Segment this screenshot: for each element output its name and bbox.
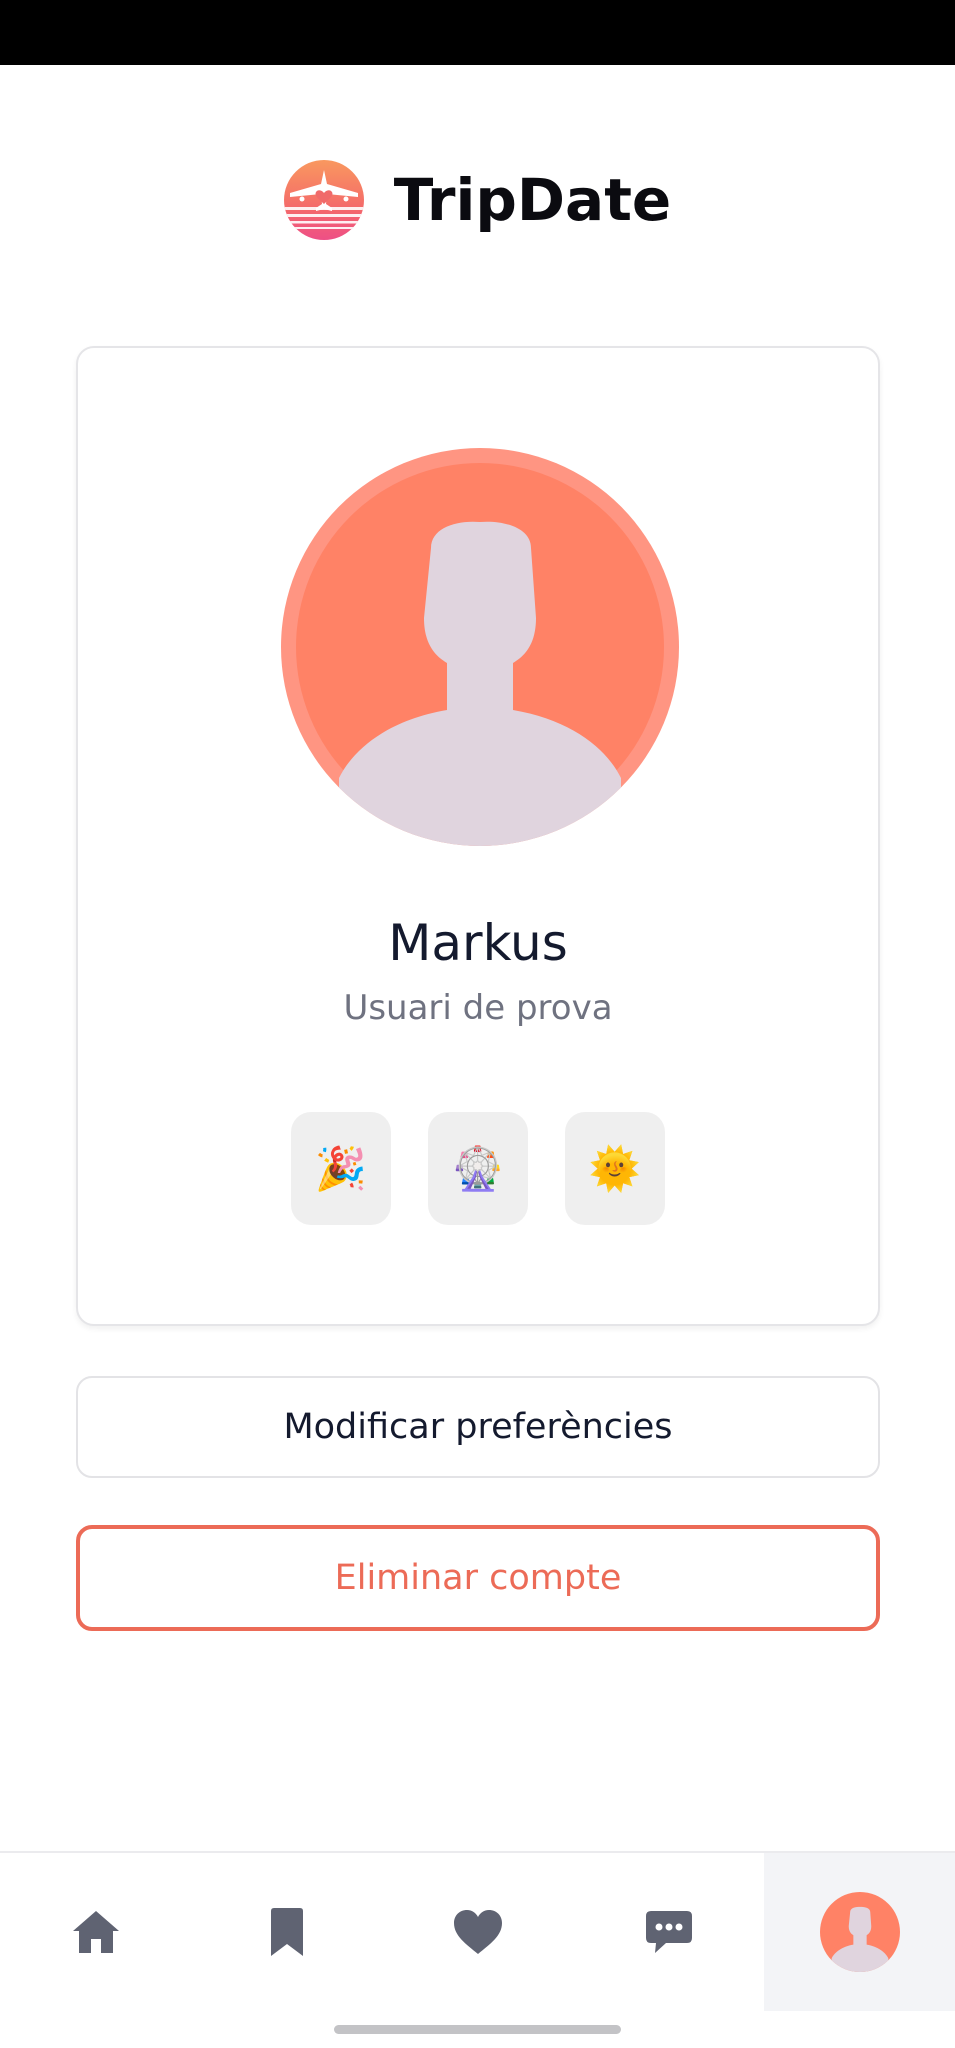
party-popper-icon: 🎉: [291, 1112, 391, 1225]
bottom-nav: [0, 1851, 955, 2011]
delete-account-button[interactable]: Eliminar compte: [76, 1525, 880, 1631]
chat-icon: [645, 1911, 692, 1953]
profile-card: Markus Usuari de prova 🎉 🎡 🌞: [76, 346, 880, 1326]
nav-messages[interactable]: [573, 1853, 764, 2011]
home-indicator[interactable]: [334, 2025, 621, 2034]
user-subtitle: Usuari de prova: [343, 988, 613, 1028]
heart-icon: [453, 1910, 502, 1954]
nav-home[interactable]: [0, 1853, 191, 2011]
airplane-logo-icon: [283, 160, 364, 240]
person-silhouette-icon: [339, 521, 621, 846]
profile-avatar: [281, 448, 679, 846]
app-header: TripDate: [0, 150, 955, 250]
sun-with-face-icon: 🌞: [565, 1112, 665, 1225]
profile-avatar-icon: [819, 1892, 900, 1972]
user-name: Markus: [388, 914, 568, 972]
interest-badges: 🎉 🎡 🌞: [78, 1112, 878, 1225]
app-title: TripDate: [393, 166, 672, 234]
nav-saved[interactable]: [191, 1853, 382, 2011]
home-icon: [72, 1911, 119, 1953]
bookmark-icon: [270, 1908, 303, 1956]
status-bar: [0, 0, 955, 65]
edit-preferences-button[interactable]: Modificar preferències: [76, 1376, 880, 1478]
ferris-wheel-icon: 🎡: [428, 1112, 528, 1225]
nav-profile[interactable]: [764, 1853, 955, 2011]
nav-likes[interactable]: [382, 1853, 573, 2011]
